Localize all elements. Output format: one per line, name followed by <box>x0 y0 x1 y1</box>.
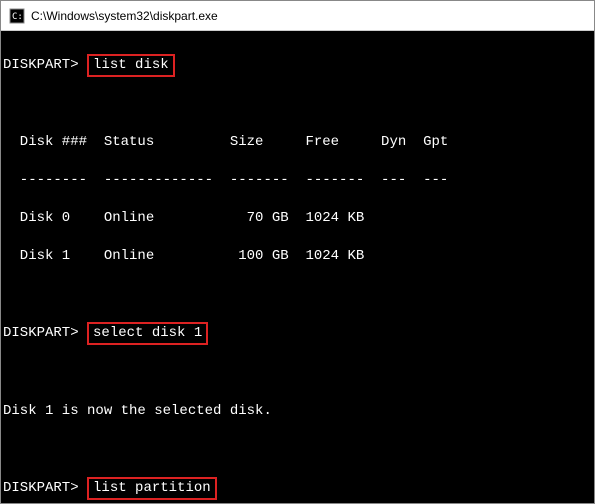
window-title: C:\Windows\system32\diskpart.exe <box>31 9 218 23</box>
disk-table-divider: -------- ------------- ------- ------- -… <box>3 171 592 190</box>
disk-table-header: Disk ### Status Size Free Dyn Gpt <box>3 133 592 152</box>
diskpart-window: C: C:\Windows\system32\diskpart.exe DISK… <box>0 0 595 504</box>
titlebar[interactable]: C: C:\Windows\system32\diskpart.exe <box>1 1 594 31</box>
app-icon: C: <box>9 8 25 24</box>
prompt: DISKPART> <box>3 480 79 496</box>
svg-text:C:: C: <box>12 12 23 22</box>
terminal-output[interactable]: DISKPART> list disk Disk ### Status Size… <box>1 31 594 503</box>
message-disk-selected: Disk 1 is now the selected disk. <box>3 402 592 421</box>
cmd-list-partition: list partition <box>87 477 217 500</box>
cmd-list-disk: list disk <box>87 54 175 77</box>
prompt: DISKPART> <box>3 325 79 341</box>
prompt: DISKPART> <box>3 57 79 73</box>
table-row: Disk 0 Online 70 GB 1024 KB <box>3 209 592 228</box>
cmd-select-disk: select disk 1 <box>87 322 208 345</box>
table-row: Disk 1 Online 100 GB 1024 KB <box>3 247 592 266</box>
